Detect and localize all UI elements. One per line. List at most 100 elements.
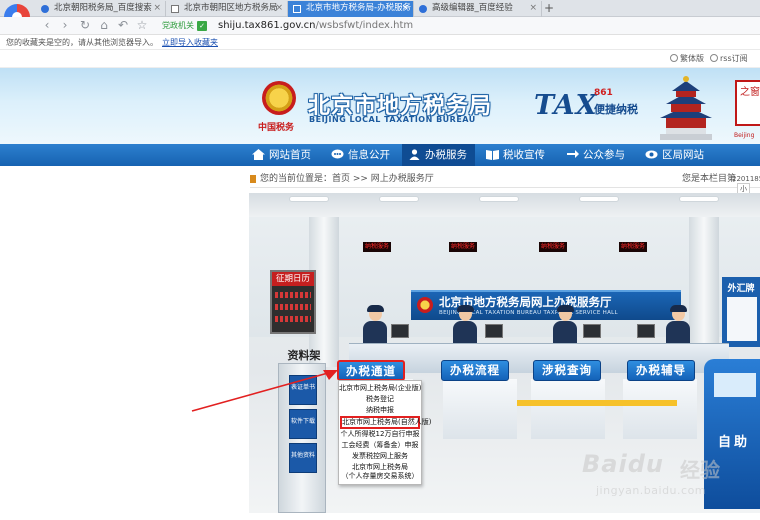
tax-query-button[interactable]: 涉税查询 [533, 360, 601, 381]
right-board-title: 外汇牌 [727, 284, 755, 294]
close-icon[interactable]: × [529, 1, 537, 16]
undo-icon[interactable]: ↶ [116, 18, 130, 32]
breadcrumb-text: 您的当前位置是：首页 >> 网上办税服务厅 [260, 174, 434, 184]
seal-caption: Beijing [734, 132, 755, 139]
page-topbar: 繁体版 rss订阅 [0, 51, 760, 68]
nav-label: 网站首页 [269, 149, 311, 161]
tab-baidu-search[interactable]: 北京朝阳税务局_百度搜索 × [36, 1, 166, 17]
back-icon[interactable]: ‹ [40, 18, 54, 32]
ceiling-lamp [679, 196, 719, 202]
home-icon[interactable]: ⌂ [97, 18, 111, 32]
url-input[interactable]: shiju.tax861.gov.cn/wsbsfwt/index.htm [218, 19, 413, 33]
traditional-link[interactable]: 繁体版 [670, 54, 704, 64]
monitor-icon [391, 324, 409, 338]
tax861-number: 861 [594, 88, 613, 98]
bureau-subtitle: BEIJING LOCAL TAXATION BUREAU [309, 115, 476, 124]
import-bookmarks-link[interactable]: 立即导入收藏夹 [162, 38, 218, 47]
menu-item-enterprise[interactable]: 北京市网上税务局(企业版) [339, 383, 421, 394]
staff-figure [361, 305, 389, 343]
tab-label: 高级编辑器_百度经验 [432, 3, 513, 13]
bookmark-bar: 您的收藏夹是空的，请从其他浏览器导入。 立即导入收藏夹 [0, 35, 760, 50]
led-sign: 纳税服务 [363, 242, 392, 252]
menu-item-housing-line2: （个人存量房交易系统） [341, 472, 419, 480]
book-icon [486, 150, 499, 160]
tax-guidance-button[interactable]: 办税辅导 [627, 360, 695, 381]
exchange-icon [567, 150, 579, 158]
close-icon[interactable]: × [275, 1, 283, 16]
calendar-title: 征期日历 [272, 272, 314, 286]
site-banner: 中国税务 北京市地方税务局 BEIJING LOCAL TAXATION BUR… [0, 68, 760, 144]
forward-icon[interactable]: › [58, 18, 72, 32]
menu-item-registration[interactable]: 税务登记 [339, 394, 421, 405]
led-sign: 纳税服务 [619, 242, 648, 252]
nav-info-disclosure[interactable]: 信息公开 [331, 144, 390, 166]
page-icon [171, 5, 179, 13]
person-icon [409, 149, 420, 160]
star-icon[interactable]: ☆ [135, 18, 149, 32]
kiosk-screen [714, 373, 756, 397]
nav-home[interactable]: 网站首页 [252, 144, 311, 166]
national-emblem-icon [262, 81, 296, 115]
rack-card-software[interactable]: 软件下载 [289, 409, 317, 439]
staff-figure [451, 305, 479, 343]
beijing-seal: 之窗 [735, 80, 760, 126]
rack-card-other[interactable]: 其他资料 [289, 443, 317, 473]
menu-item-declaration[interactable]: 纳税申报 [339, 405, 421, 416]
tab-advanced-editor[interactable]: 高级编辑器_百度经验 × [414, 1, 542, 17]
tax-channel-menu: 北京市网上税务局(企业版) 税务登记 纳税申报 北京市网上税务局(自然人版) 个… [338, 380, 431, 485]
url-path: /wsbsfwt/index.htm [315, 20, 414, 31]
tab-strip: 北京朝阳税务局_百度搜索 × 北京市朝阳区地方税务局 × 北京市地方税务局-办税… [0, 0, 760, 17]
menu-item-natural-person[interactable]: 北京市网上税务局(自然人版) [340, 416, 431, 429]
floor-line [517, 400, 677, 406]
counter-desk [443, 379, 517, 439]
tax-process-button[interactable]: 办税流程 [441, 360, 509, 381]
right-board-panel [727, 297, 757, 341]
watermark-brand: Baidu [582, 450, 664, 478]
eye-icon [645, 150, 658, 159]
ceiling-lamp [379, 196, 419, 202]
nav-label: 信息公开 [348, 149, 390, 161]
menu-item-union-fee[interactable]: 工会经费（筹备金）申报 [339, 440, 421, 451]
close-icon[interactable]: × [401, 1, 409, 16]
nav-label: 区局网站 [662, 149, 704, 161]
tax861-logo: TAX [534, 90, 598, 121]
tab-chaoyang-bureau[interactable]: 北京市朝阳区地方税务局 × [166, 1, 288, 17]
secure-badge: 党政机关 ✓ [162, 20, 207, 32]
tax-channel-button[interactable]: 办税通道 [337, 360, 405, 381]
tax-calendar-board[interactable]: 征期日历 [270, 270, 316, 334]
main-nav: 网站首页 信息公开 办税服务 税收宣传 公众参与 区局网站 [0, 144, 760, 166]
page-icon [293, 5, 301, 13]
new-tab-button[interactable]: + [542, 0, 556, 16]
nav-tax-service[interactable]: 办税服务 [402, 144, 475, 166]
chat-icon [331, 149, 344, 159]
hall-ceiling [249, 193, 760, 217]
calendar-led [275, 292, 311, 298]
menu-item-housing[interactable]: 北京市网上税务局 （个人存量房交易系统） [339, 462, 421, 482]
led-sign: 纳税服务 [539, 242, 568, 252]
nav-label: 公众参与 [583, 149, 625, 161]
ceiling-lamp [289, 196, 329, 202]
watermark-url: jingyan.baidu.com [596, 484, 707, 497]
red-arrow-annotation [191, 370, 338, 412]
reload-icon[interactable]: ↻ [78, 18, 92, 32]
tab-tax-service[interactable]: 北京市地方税务局-办税服务 × [288, 1, 414, 17]
close-icon[interactable]: × [153, 1, 161, 16]
monitor-icon [637, 324, 655, 338]
ceiling-lamp [579, 196, 619, 202]
rss-link[interactable]: rss订阅 [710, 54, 748, 64]
menu-item-invoice[interactable]: 发票税控网上服务 [339, 451, 421, 462]
rss-label: rss订阅 [720, 54, 748, 63]
right-notice-board[interactable]: 外汇牌 [722, 277, 760, 347]
bookmark-notice: 您的收藏夹是空的，请从其他浏览器导入。 [6, 38, 158, 47]
nav-tax-promotion[interactable]: 税收宣传 [486, 144, 545, 166]
menu-item-income-tax[interactable]: 个人所得税12万自行申报 [339, 429, 421, 440]
globe-icon [670, 54, 678, 62]
menu-item-housing-line1: 北京市网上税务局 [352, 463, 408, 471]
check-icon: ✓ [197, 21, 207, 31]
url-host: shiju.tax861.gov.cn [218, 20, 316, 31]
staff-figure [551, 305, 579, 343]
baidu-watermark: Baidu 经验 jingyan.baidu.com [582, 450, 752, 510]
nav-district-sites[interactable]: 区局网站 [645, 144, 704, 166]
nav-public-participation[interactable]: 公众参与 [566, 144, 625, 166]
counter-desk [531, 379, 605, 439]
